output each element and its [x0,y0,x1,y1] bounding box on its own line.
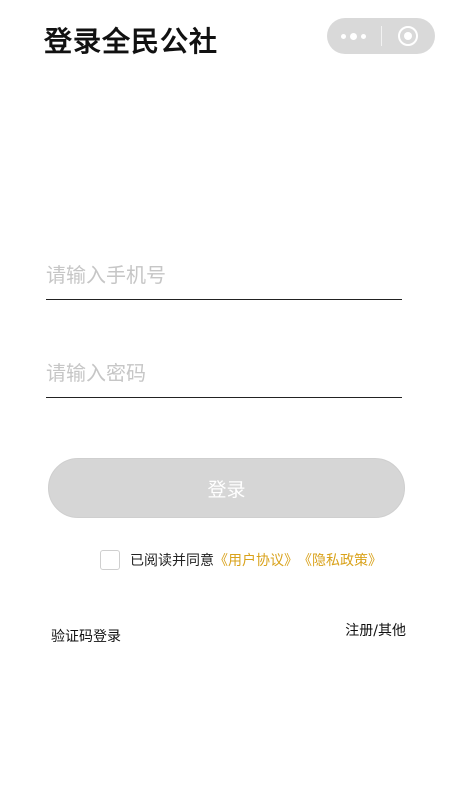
phone-input[interactable] [46,250,402,299]
agreement-row: 已阅读并同意 《用户协议》 《隐私政策》 [100,550,382,570]
privacy-policy-link[interactable]: 《隐私政策》 [298,550,382,570]
phone-field [46,250,402,300]
sms-login-link[interactable]: 验证码登录 [51,626,121,646]
agreement-prefix: 已阅读并同意 [130,553,214,569]
login-button[interactable]: 登录 [48,458,405,518]
mini-program-capsule [327,18,435,54]
user-agreement-link[interactable]: 《用户协议》 [214,550,298,570]
more-button[interactable] [327,18,381,54]
register-other-link[interactable]: 注册/其他 [345,620,406,640]
close-button[interactable] [381,18,435,54]
password-field [46,348,402,398]
more-icon [341,32,367,40]
password-input[interactable] [46,348,402,397]
page-title: 登录全民公社 [44,25,219,58]
close-icon [398,26,419,46]
agreement-checkbox[interactable] [100,550,120,570]
